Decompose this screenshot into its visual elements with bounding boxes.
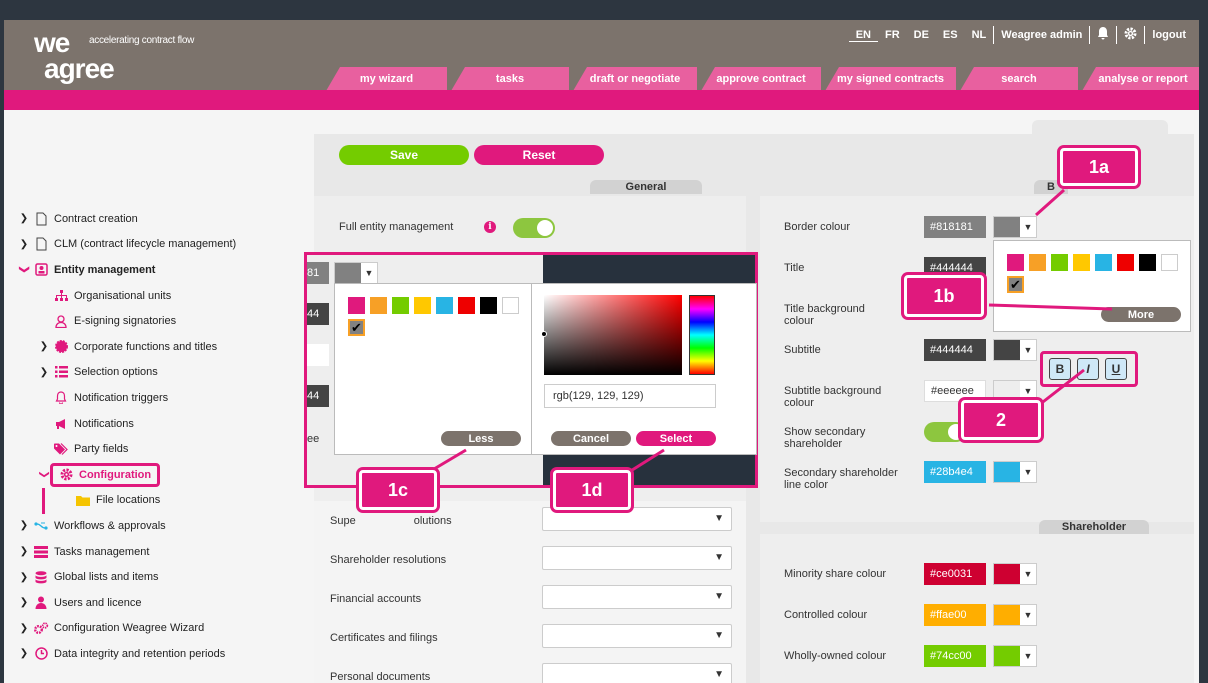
callout-1c: 1c — [359, 470, 437, 510]
app-window: we agree accelerating contract flow EN FR… — [4, 20, 1199, 683]
callout-lines — [428, 188, 1113, 474]
callout-1b: 1b — [904, 275, 984, 317]
callout-1a: 1a — [1060, 148, 1138, 186]
callout-1d: 1d — [553, 470, 631, 510]
callout-2: 2 — [961, 400, 1041, 440]
